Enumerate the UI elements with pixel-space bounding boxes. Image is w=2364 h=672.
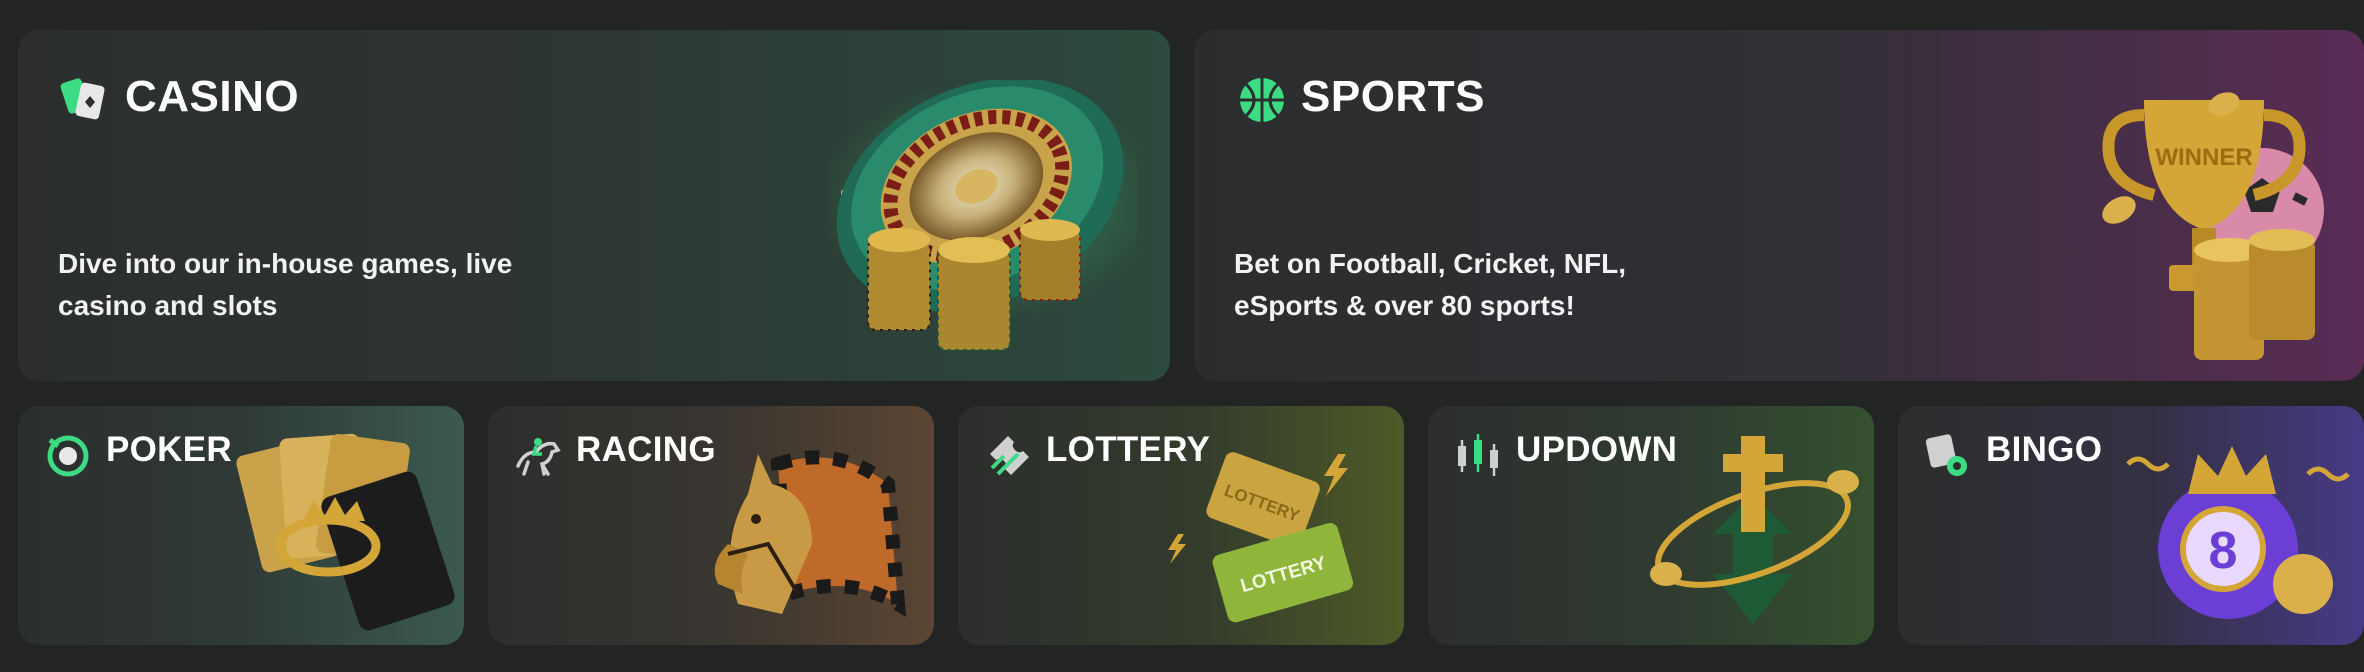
lightning-icon [1168, 534, 1186, 564]
updown-card[interactable]: UPDOWN [1428, 406, 1874, 645]
lottery-tickets-illustration: LOTTERY LOTTERY [1168, 452, 1354, 623]
casino-description: Dive into our in-house games, live casin… [58, 243, 512, 327]
poker-title: POKER [106, 430, 232, 469]
horse-flag-illustration [714, 450, 907, 618]
casino-card[interactable]: CASINO Dive into our in-house games, liv… [18, 30, 1170, 381]
crown-icon [2188, 446, 2276, 494]
bingo-card[interactable]: BINGO 8 [1898, 406, 2364, 645]
playing-cards-illustration [236, 433, 455, 631]
lottery-card[interactable]: LOTTERY LOTTERY LOTTERY [958, 406, 1404, 645]
casino-description-line1: Dive into our in-house games, live [58, 248, 513, 279]
bingo-ball-illustration: 8 [2126, 446, 2350, 619]
bingo-ball-number: 8 [2209, 522, 2238, 580]
candlestick-icon [1458, 434, 1498, 476]
sports-description-line1: Bet on Football, Cricket, NFL, [1234, 248, 1627, 279]
trophy-ball-illustration: WINNER [2102, 92, 2324, 360]
cards-icon [60, 78, 105, 120]
racing-card[interactable]: RACING [488, 406, 934, 645]
poker-chip-icon [47, 435, 89, 477]
arrows-ring-illustration [1650, 436, 1859, 624]
casino-description-line2: casino and slots [58, 290, 278, 321]
sports-description-line2: eSports & over 80 sports! [1234, 290, 1575, 321]
ticket-icon [990, 436, 1029, 476]
lightning-icon [1324, 454, 1348, 496]
casino-title: CASINO [125, 72, 300, 121]
sports-title: SPORTS [1301, 72, 1485, 121]
basketball-icon [1240, 78, 1284, 122]
sports-card[interactable]: SPORTS Bet on Football, Cricket, NFL, eS… [1194, 30, 2364, 381]
racing-title: RACING [576, 430, 716, 469]
roulette-chips-illustration [818, 80, 1138, 351]
horse-rider-icon [516, 438, 561, 476]
bingo-card-icon [1925, 434, 1967, 476]
poker-card[interactable]: POKER [18, 406, 464, 645]
sports-description: Bet on Football, Cricket, NFL, eSports &… [1234, 243, 1626, 327]
trophy-text: WINNER [2155, 144, 2252, 171]
chip-stacks [867, 219, 1081, 351]
bingo-title: BINGO [1986, 430, 2103, 469]
